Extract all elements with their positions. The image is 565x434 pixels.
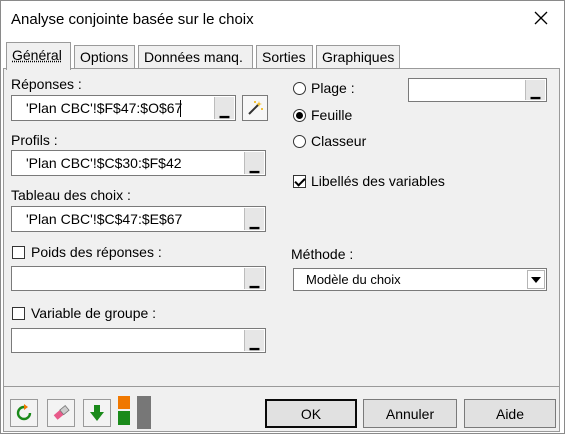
range-select-icon[interactable]: ▁ [214, 97, 234, 119]
tab-charts[interactable]: Graphiques [316, 45, 400, 69]
profiles-label: Profils : [11, 132, 58, 148]
method-select[interactable]: Modèle du choix [293, 268, 547, 291]
dialog-title: Analyse conjointe basée sur le choix [11, 11, 254, 28]
range-select-icon[interactable]: ▁ [525, 80, 545, 100]
tab-general[interactable]: Général [6, 42, 71, 70]
general-panel: Réponses : 'Plan CBC'!$F$47:$O$67 ▁ Prof… [3, 68, 560, 387]
dataset-layout-icon[interactable] [117, 396, 131, 429]
sheet-radio[interactable] [293, 109, 306, 122]
range-select-icon[interactable]: ▁ [244, 330, 264, 351]
reset-icon[interactable] [10, 399, 38, 427]
profiles-value: 'Plan CBC'!$C$30:$F$42 [26, 155, 182, 171]
range-select-icon[interactable]: ▁ [244, 208, 264, 230]
chevron-down-icon[interactable] [527, 270, 545, 289]
choices-value: 'Plan CBC'!$C$47:$E$67 [26, 211, 183, 227]
ok-button[interactable]: OK [265, 399, 357, 428]
arrow-down-icon[interactable] [83, 399, 111, 427]
text-cursor [180, 100, 181, 117]
choices-label: Tableau des choix : [11, 187, 131, 203]
range-radio[interactable] [293, 82, 306, 95]
dialog-window: Analyse conjointe basée sur le choix Gén… [0, 0, 565, 434]
close-icon[interactable] [526, 3, 556, 33]
panel-toggle-icon[interactable] [137, 396, 151, 429]
variable-labels-checkbox[interactable] [293, 175, 306, 188]
weights-label: Poids des réponses : [31, 244, 162, 260]
method-value: Modèle du choix [306, 272, 401, 287]
tab-outputs[interactable]: Sorties [256, 45, 313, 69]
range-select-icon[interactable]: ▁ [244, 152, 264, 174]
group-field[interactable]: ▁ [11, 328, 266, 353]
tab-missing-data[interactable]: Données manq. [138, 45, 253, 69]
magic-wand-icon[interactable] [242, 95, 268, 121]
cancel-button[interactable]: Annuler [363, 399, 457, 428]
profiles-field[interactable]: 'Plan CBC'!$C$30:$F$42 ▁ [11, 150, 266, 176]
weights-field[interactable]: ▁ [11, 266, 266, 291]
choices-field[interactable]: 'Plan CBC'!$C$47:$E$67 ▁ [11, 206, 266, 232]
range-label: Plage : [311, 80, 355, 96]
range-field[interactable]: ▁ [408, 78, 547, 102]
variable-labels-label: Libellés des variables [311, 173, 445, 189]
eraser-icon[interactable] [47, 399, 75, 427]
workbook-label: Classeur [311, 133, 367, 149]
range-select-icon[interactable]: ▁ [244, 268, 264, 289]
sheet-label: Feuille [311, 107, 353, 123]
group-label: Variable de groupe : [31, 305, 157, 321]
responses-field[interactable]: 'Plan CBC'!$F$47:$O$67 ▁ [11, 95, 236, 121]
help-button[interactable]: Aide [464, 399, 556, 428]
method-label: Méthode : [291, 246, 354, 262]
responses-value: 'Plan CBC'!$F$47:$O$67 [26, 100, 183, 116]
workbook-radio[interactable] [293, 135, 306, 148]
weights-checkbox[interactable] [12, 246, 25, 259]
bottom-toolbar: OK Annuler Aide [3, 387, 560, 432]
tab-options[interactable]: Options [74, 45, 135, 69]
responses-label: Réponses : [11, 76, 82, 92]
tab-strip: Général Options Données manq. Sorties Gr… [6, 42, 561, 70]
group-checkbox[interactable] [12, 307, 25, 320]
